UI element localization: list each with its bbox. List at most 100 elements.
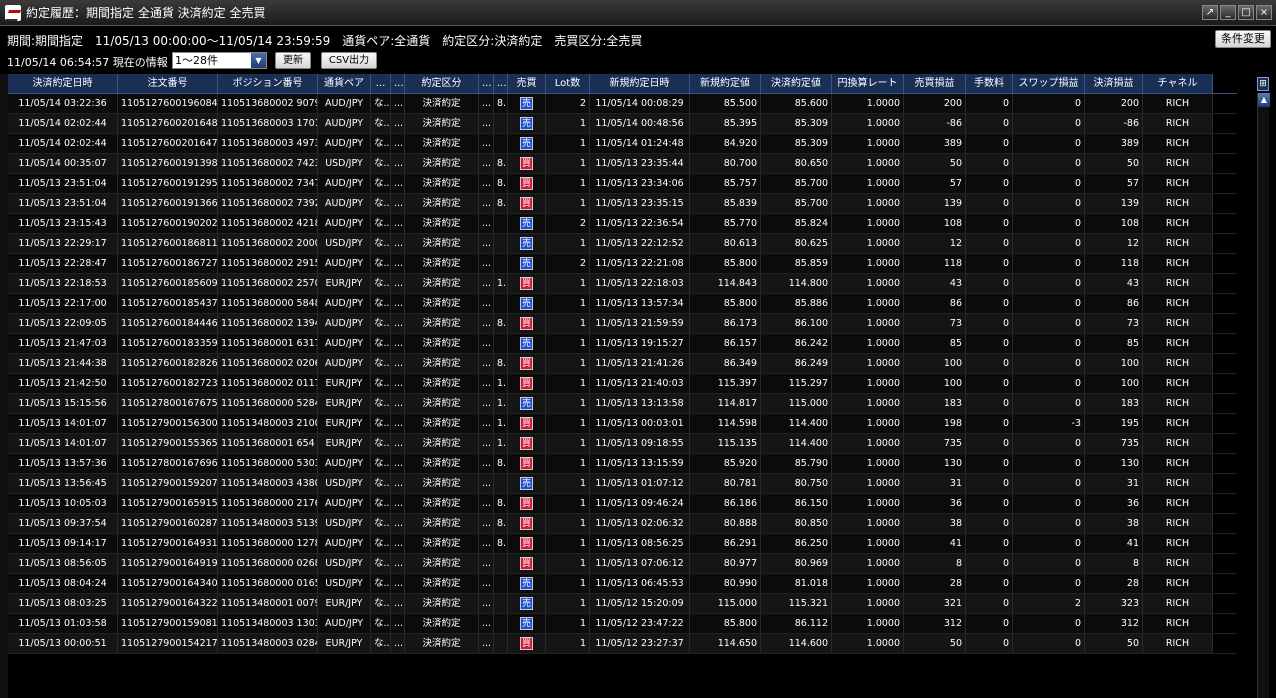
column-header[interactable]: チャネル [1143,74,1213,93]
table-cell: 11/05/13 13:56:45 [8,474,118,493]
table-cell: 11/05/13 13:13:58 [590,394,690,413]
column-header[interactable]: Lot数 [546,74,590,93]
column-header[interactable]: スワップ損益 [1013,74,1085,93]
table-cell: 0 [1013,614,1085,633]
table-cell: 100 [1085,374,1143,393]
table-cell: な... [371,134,391,153]
column-header[interactable]: ... [494,74,508,93]
table-row[interactable]: 11/05/13 23:15:43 1105127600190202 1105136… [8,214,1237,234]
column-header[interactable]: ... [391,74,405,93]
table-row[interactable]: 11/05/13 00:00:51 1105127900154217 1105134… [8,634,1237,654]
table-row[interactable]: 11/05/13 21:42:50 1105127600182723 1105136… [8,374,1237,394]
column-header[interactable]: 売買損益 [904,74,966,93]
table-cell: 80.700 [690,154,761,173]
table-cell: 73 [904,314,966,333]
table-row[interactable]: 11/05/13 22:09:05 1105127600184446 1105136… [8,314,1237,334]
column-header[interactable]: 売買 [508,74,546,93]
table-cell: 85.800 [690,614,761,633]
column-header[interactable]: 円換算レート [832,74,904,93]
table-cell: 1105127600182826 [118,354,218,373]
table-cell: な... [371,474,391,493]
table-row[interactable]: 11/05/13 23:51:04 1105127600191295 1105136… [8,174,1237,194]
table-row[interactable]: 11/05/13 22:29:17 1105127600186811 1105136… [8,234,1237,254]
table-row[interactable]: 11/05/13 21:47:03 1105127600183359 1105136… [8,334,1237,354]
column-header[interactable]: 決済損益 [1085,74,1143,93]
table-row[interactable]: 11/05/13 22:18:53 1105127600185609 1105136… [8,274,1237,294]
table-row[interactable]: 11/05/13 01:03:58 1105127900159081 1105134… [8,614,1237,634]
table-row[interactable]: 11/05/13 08:56:05 1105127900164919 1105136… [8,554,1237,574]
table-cell: 118 [1085,254,1143,273]
table-row[interactable]: 11/05/13 14:01:07 1105127900155365 1105136… [8,434,1237,454]
table-cell: 0 [966,574,1013,593]
table-cell: 36 [904,494,966,513]
window-controls: ↗ _ □ × [1202,5,1272,20]
table-row[interactable]: 11/05/13 10:05:03 1105127900165915 1105136… [8,494,1237,514]
table-cell: 1105127600183359 [118,334,218,353]
table-cell: 80.888 [690,514,761,533]
vertical-scrollbar[interactable]: ▲ [1257,93,1270,698]
column-chooser-icon[interactable]: ⊞ [1257,77,1269,91]
column-header[interactable]: 通貨ペア [318,74,371,93]
column-header[interactable]: 決済約定日時 [8,74,118,93]
table-cell: ... [479,94,494,113]
table-cell: 85.309 [761,134,832,153]
page-range-select[interactable]: 1～28件 ▼ [172,52,267,69]
table-row[interactable]: 11/05/13 09:37:54 1105127900160287 1105134… [8,514,1237,534]
table-cell: 110513680002 2000 [218,234,318,253]
column-header[interactable]: 約定区分 [405,74,479,93]
column-header[interactable]: 決済約定値 [761,74,832,93]
table-row[interactable]: 11/05/13 09:14:17 1105127900164931 1105136… [8,534,1237,554]
minimize-button[interactable]: _ [1220,5,1236,20]
refresh-button[interactable]: 更新 [275,52,311,69]
column-header[interactable]: 新規約定日時 [590,74,690,93]
chevron-down-icon[interactable]: ▼ [251,53,266,68]
detach-window-button[interactable]: ↗ [1202,5,1218,20]
maximize-button[interactable]: □ [1238,5,1254,20]
table-cell: 2 [546,214,590,233]
table-cell: 0 [1013,434,1085,453]
table-row[interactable]: 11/05/14 00:35:07 1105127600191398 1105136… [8,154,1237,174]
table-cell: ... [479,594,494,613]
table-row[interactable]: 11/05/13 15:15:56 1105127800167675 1105136… [8,394,1237,414]
close-button[interactable]: × [1256,5,1272,20]
table-cell: 0 [1013,374,1085,393]
table-cell: 1.0000 [832,634,904,653]
table-row[interactable]: 11/05/13 13:56:45 1105127900159207 1105134… [8,474,1237,494]
table-row[interactable]: 11/05/13 13:57:36 1105127800167696 1105136… [8,454,1237,474]
table-row[interactable]: 11/05/14 02:02:44 1105127600201648 1105136… [8,114,1237,134]
table-cell: 1.0000 [832,414,904,433]
table-row[interactable]: 11/05/14 02:02:44 1105127600201647 1105136… [8,134,1237,154]
column-header[interactable]: 手数料 [966,74,1013,93]
change-condition-button[interactable]: 条件変更 [1215,30,1271,48]
column-header[interactable]: ... [371,74,391,93]
table-cell: な... [371,194,391,213]
table-cell: 決済約定 [405,414,479,433]
csv-export-button[interactable]: CSV出力 [321,52,377,69]
table-row[interactable]: 11/05/13 08:03:25 1105127900164322 1105134… [8,594,1237,614]
scroll-up-icon[interactable]: ▲ [1258,93,1270,107]
table-row[interactable]: 11/05/13 08:04:24 1105127900164340 1105136… [8,574,1237,594]
table-cell: RICH [1143,114,1213,133]
sell-badge: 売 [520,577,533,590]
table-row[interactable]: 11/05/13 22:28:47 1105127600186727 1105136… [8,254,1237,274]
table-cell: 0 [966,174,1013,193]
table-row[interactable]: 11/05/13 23:51:04 1105127600191366 1105136… [8,194,1237,214]
table-cell [494,334,508,353]
table-row[interactable]: 11/05/13 21:44:38 1105127600182826 1105136… [8,354,1237,374]
table-cell: ... [479,534,494,553]
table-cell: 8... [494,194,508,213]
table-cell: RICH [1143,394,1213,413]
column-header[interactable]: 注文番号 [118,74,218,93]
table-cell: 1.0000 [832,274,904,293]
column-header[interactable]: 新規約定値 [690,74,761,93]
table-cell: ... [391,554,405,573]
table-cell: 323 [1085,594,1143,613]
table-cell: 決済約定 [405,594,479,613]
table-row[interactable]: 11/05/14 03:22:36 1105127600196084 1105136… [8,94,1237,114]
table-row[interactable]: 11/05/13 22:17:00 1105127600185437 1105136… [8,294,1237,314]
column-header[interactable]: ポジション番号 [218,74,318,93]
table-row[interactable]: 11/05/13 14:01:07 1105127900156300 1105134… [8,414,1237,434]
table-cell: 0 [966,494,1013,513]
table-cell [494,214,508,233]
column-header[interactable]: ... [479,74,494,93]
